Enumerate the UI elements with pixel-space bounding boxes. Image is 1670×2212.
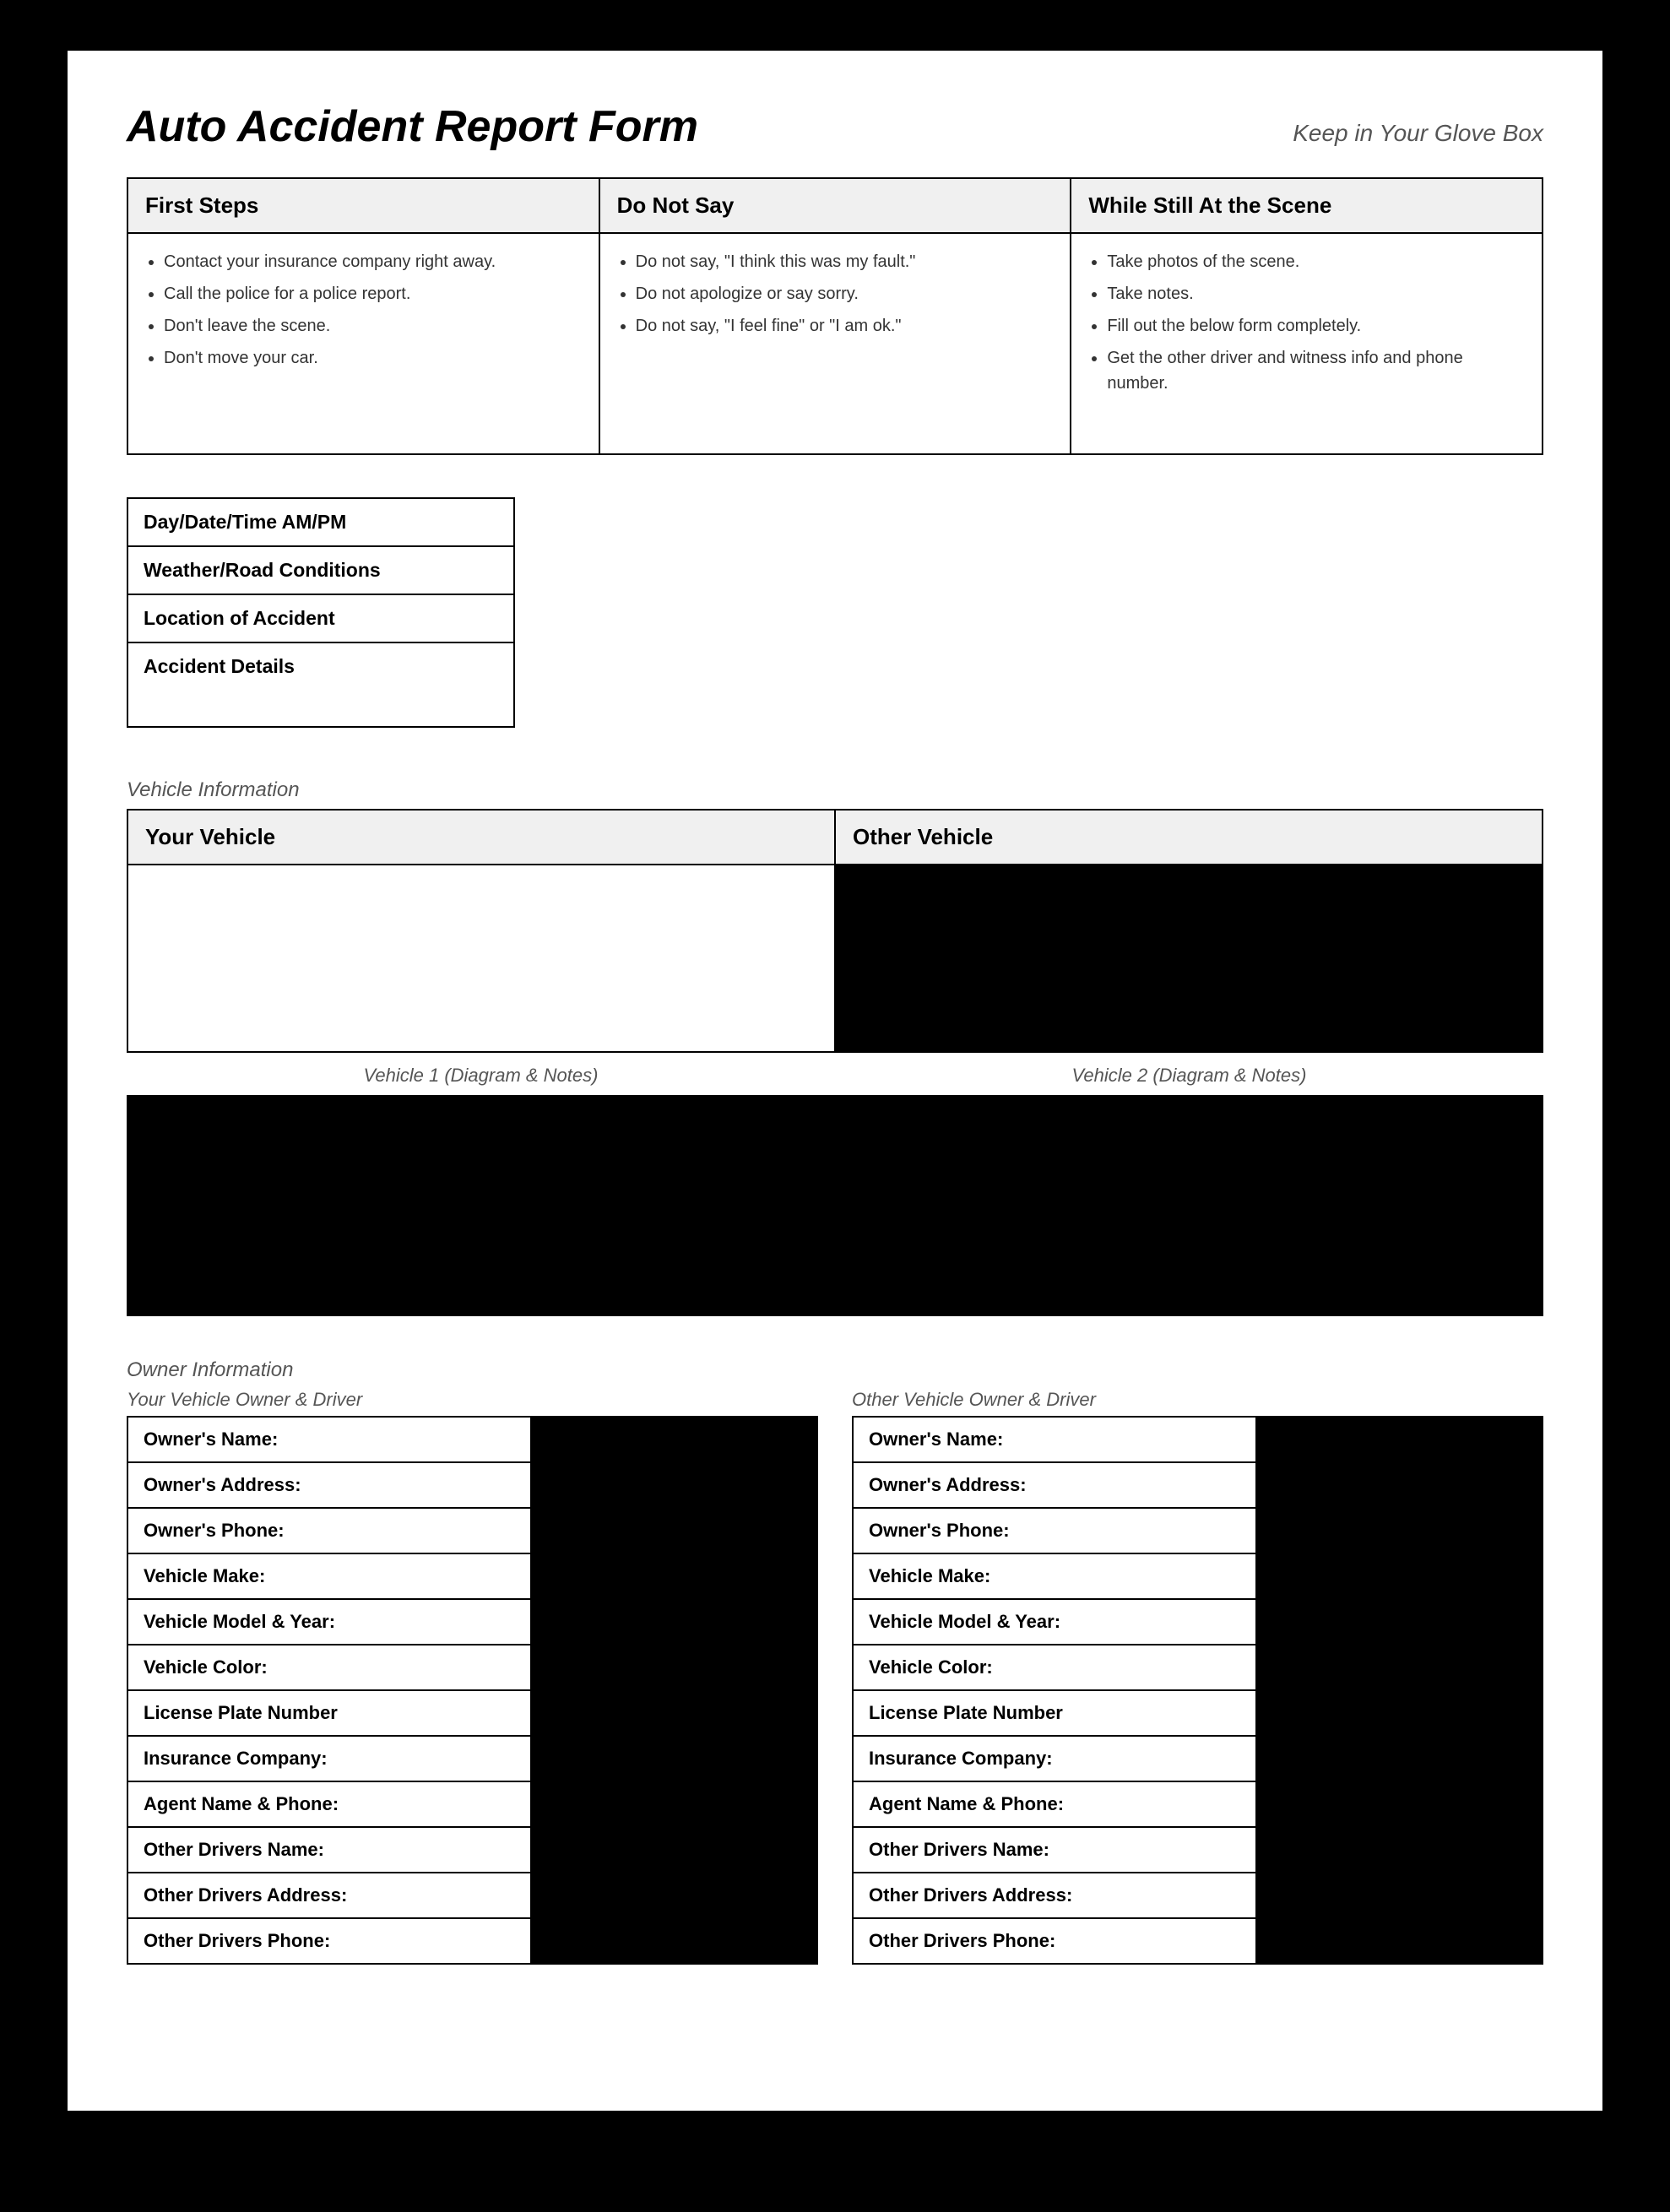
scene-item-4: Get the other driver and witness info an… [1107, 345, 1525, 396]
vehicle1-diagram [128, 1095, 836, 1315]
accident-info-section: Day/Date/Time AM/PM Weather/Road Conditi… [127, 497, 1543, 728]
other-owner-label-col: Owner's Name: Owner's Address: Owner's P… [852, 1416, 1257, 1965]
page-title: Auto Accident Report Form [127, 101, 698, 152]
scene-item-2: Take notes. [1107, 281, 1525, 306]
owner-address-label[interactable]: Owner's Address: [127, 1462, 531, 1508]
your-owner-fill [532, 1416, 818, 1965]
first-steps-item-3: Don't leave the scene. [164, 313, 582, 339]
other-vehicle-content [836, 865, 1542, 1051]
accident-field-weather[interactable]: Weather/Road Conditions [127, 546, 514, 594]
other-drivers-phone-label[interactable]: Other Drivers Phone: [127, 1918, 531, 1964]
owner-two-col: Your Vehicle Owner & Driver Owner's Name… [127, 1389, 1543, 1965]
owner-phone-label[interactable]: Owner's Phone: [127, 1508, 531, 1553]
do-not-say-content: Do not say, "I think this was my fault."… [600, 234, 1072, 453]
do-not-say-item-1: Do not say, "I think this was my fault." [636, 249, 1054, 274]
vehicle-header-table: Your Vehicle Other Vehicle [127, 809, 1543, 865]
your-owner-fields: Owner's Name: Owner's Address: Owner's P… [127, 1416, 818, 1965]
other-vehicle-model-year-label[interactable]: Vehicle Model & Year: [853, 1599, 1256, 1645]
col3-header: While Still At the Scene [1071, 178, 1543, 233]
page-header: Auto Accident Report Form Keep in Your G… [127, 101, 1543, 152]
your-vehicle-owner-col: Your Vehicle Owner & Driver Owner's Name… [127, 1389, 818, 1965]
other-agent-name-phone-label[interactable]: Agent Name & Phone: [853, 1781, 1256, 1827]
other-owner-table: Owner's Name: Owner's Address: Owner's P… [852, 1416, 1257, 1965]
diagram-label-row: Vehicle 1 (Diagram & Notes) Vehicle 2 (D… [127, 1060, 1543, 1092]
accident-info-table: Day/Date/Time AM/PM Weather/Road Conditi… [127, 497, 515, 728]
owner-info-section: Owner Information Your Vehicle Owner & D… [127, 1358, 1543, 1965]
your-owner-label-col: Owner's Name: Owner's Address: Owner's P… [127, 1416, 532, 1965]
owner-name-label[interactable]: Owner's Name: [127, 1417, 531, 1462]
other-vehicle-owner-label: Other Vehicle Owner & Driver [852, 1389, 1543, 1411]
other-drivers-address-label[interactable]: Other Drivers Address: [127, 1873, 531, 1918]
agent-name-phone-label[interactable]: Agent Name & Phone: [127, 1781, 531, 1827]
owner-section-title: Owner Information [127, 1358, 1543, 1382]
other-other-drivers-address-label[interactable]: Other Drivers Address: [853, 1873, 1256, 1918]
scene-item-3: Fill out the below form completely. [1107, 313, 1525, 339]
other-insurance-company-label[interactable]: Insurance Company: [853, 1736, 1256, 1781]
your-vehicle-owner-label: Your Vehicle Owner & Driver [127, 1389, 818, 1411]
other-vehicle-make-label[interactable]: Vehicle Make: [853, 1553, 1256, 1599]
while-at-scene-content: Take photos of the scene. Take notes. Fi… [1071, 234, 1542, 453]
other-license-plate-label[interactable]: License Plate Number [853, 1690, 1256, 1736]
other-owner-fill [1257, 1416, 1543, 1965]
accident-field-location[interactable]: Location of Accident [127, 594, 514, 642]
vehicle-color-label[interactable]: Vehicle Color: [127, 1645, 531, 1690]
first-steps-item-4: Don't move your car. [164, 345, 582, 371]
other-vehicle-owner-col: Other Vehicle Owner & Driver Owner's Nam… [852, 1389, 1543, 1965]
header-table: First Steps Do Not Say While Still At th… [127, 177, 1543, 234]
insurance-company-label[interactable]: Insurance Company: [127, 1736, 531, 1781]
page-container: Auto Accident Report Form Keep in Your G… [68, 51, 1602, 2111]
accident-field-details[interactable]: Accident Details [127, 642, 514, 727]
vehicle-diagram-area [127, 1095, 1543, 1316]
header-content-row: Contact your insurance company right awa… [127, 234, 1543, 455]
other-owner-name-label[interactable]: Owner's Name: [853, 1417, 1256, 1462]
your-vehicle-header: Your Vehicle [127, 810, 835, 865]
first-steps-content: Contact your insurance company right awa… [128, 234, 600, 453]
license-plate-label[interactable]: License Plate Number [127, 1690, 531, 1736]
vehicle-model-year-label[interactable]: Vehicle Model & Year: [127, 1599, 531, 1645]
other-other-drivers-name-label[interactable]: Other Drivers Name: [853, 1827, 1256, 1873]
your-vehicle-content [128, 865, 836, 1051]
scene-item-1: Take photos of the scene. [1107, 249, 1525, 274]
col1-header: First Steps [127, 178, 599, 233]
do-not-say-item-2: Do not apologize or say sorry. [636, 281, 1054, 306]
vehicle2-diagram [836, 1095, 1542, 1315]
col2-header: Do Not Say [599, 178, 1071, 233]
first-steps-item-2: Call the police for a police report. [164, 281, 582, 306]
vehicle-section-title: Vehicle Information [127, 778, 1543, 802]
accident-field-datetime[interactable]: Day/Date/Time AM/PM [127, 498, 514, 546]
vehicle1-diagram-label: Vehicle 1 (Diagram & Notes) [127, 1060, 835, 1092]
other-owner-phone-label[interactable]: Owner's Phone: [853, 1508, 1256, 1553]
first-steps-item-1: Contact your insurance company right awa… [164, 249, 582, 274]
vehicle2-diagram-label: Vehicle 2 (Diagram & Notes) [835, 1060, 1543, 1092]
do-not-say-item-3: Do not say, "I feel fine" or "I am ok." [636, 313, 1054, 339]
other-other-drivers-phone-label[interactable]: Other Drivers Phone: [853, 1918, 1256, 1964]
other-vehicle-color-label[interactable]: Vehicle Color: [853, 1645, 1256, 1690]
other-owner-fields: Owner's Name: Owner's Address: Owner's P… [852, 1416, 1543, 1965]
vehicle-make-label[interactable]: Vehicle Make: [127, 1553, 531, 1599]
vehicle-content-row [127, 865, 1543, 1053]
other-drivers-name-label[interactable]: Other Drivers Name: [127, 1827, 531, 1873]
other-owner-address-label[interactable]: Owner's Address: [853, 1462, 1256, 1508]
page-subtitle: Keep in Your Glove Box [1293, 120, 1543, 147]
other-vehicle-header: Other Vehicle [835, 810, 1543, 865]
your-owner-table: Owner's Name: Owner's Address: Owner's P… [127, 1416, 532, 1965]
